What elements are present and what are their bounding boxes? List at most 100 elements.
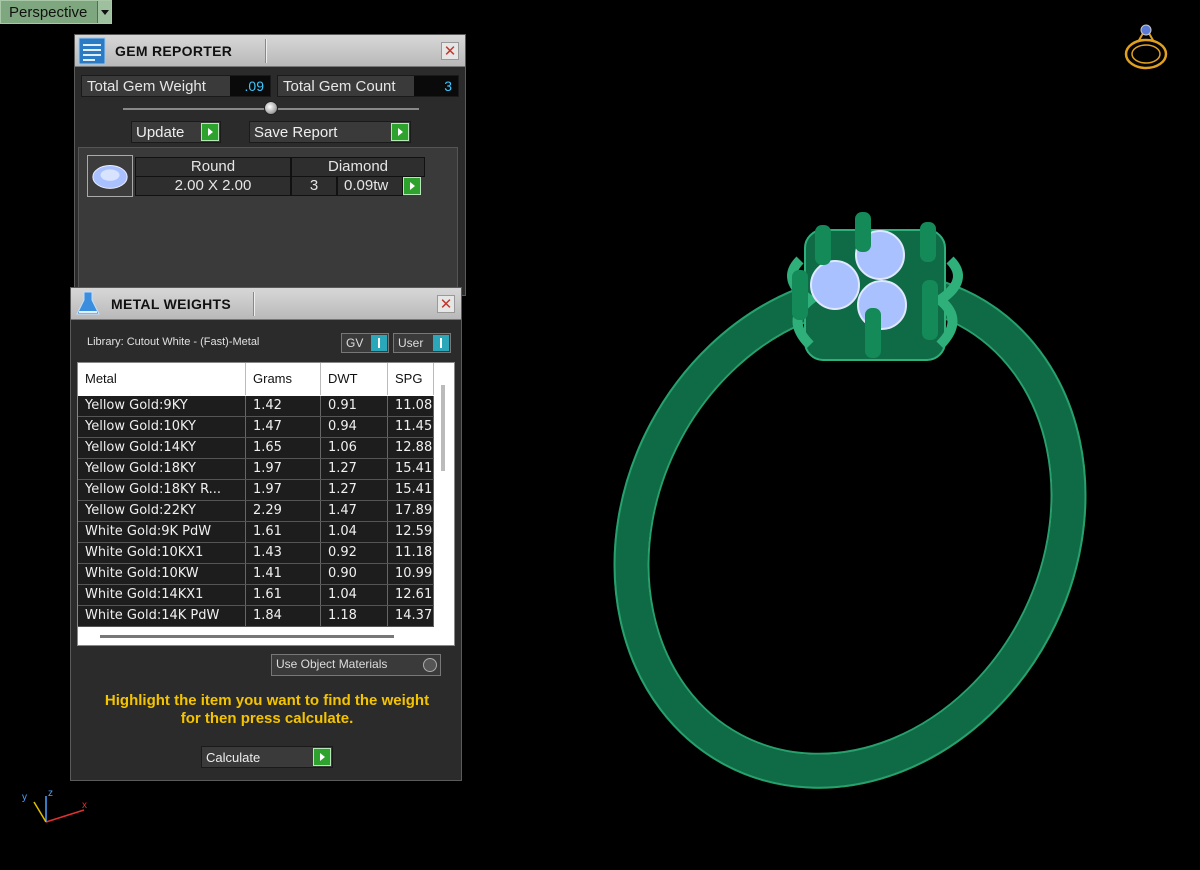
gem-size-cell: 2.00 X 2.00 bbox=[135, 176, 291, 196]
total-gem-count-field: Total Gem Count 3 bbox=[277, 75, 459, 97]
update-go-icon[interactable] bbox=[201, 123, 219, 141]
gv-toggle[interactable]: GV bbox=[341, 333, 389, 353]
ring-model[interactable] bbox=[560, 200, 1130, 790]
save-report-button[interactable]: Save Report bbox=[249, 121, 411, 143]
dwt-cell: 0.91 bbox=[321, 396, 388, 416]
dwt-cell: 1.27 bbox=[321, 480, 388, 500]
metal-table-vertical-scrollbar[interactable] bbox=[441, 385, 445, 471]
spg-cell: 14.37 bbox=[388, 606, 434, 626]
spg-cell: 12.61 bbox=[388, 585, 434, 605]
user-toggle[interactable]: User bbox=[393, 333, 451, 353]
metal-table-row[interactable]: White Gold:14K PdW 1.84 1.18 14.37 bbox=[78, 606, 434, 627]
axis-label-z: z bbox=[48, 788, 53, 799]
gem-reporter-title: GEM REPORTER bbox=[115, 42, 233, 59]
gem-reporter-close-button[interactable]: ✕ bbox=[441, 42, 459, 60]
grams-cell: 1.43 bbox=[246, 543, 321, 563]
viewport-label-text: Perspective bbox=[9, 3, 88, 21]
metal-name-cell: Yellow Gold:9KY bbox=[78, 396, 246, 416]
grams-cell: 1.47 bbox=[246, 417, 321, 437]
use-object-materials-label: Use Object Materials bbox=[276, 657, 388, 671]
dwt-cell: 0.94 bbox=[321, 417, 388, 437]
metal-weights-titlebar[interactable]: METAL WEIGHTS ✕ bbox=[71, 288, 461, 320]
use-object-materials-toggle[interactable]: Use Object Materials bbox=[271, 654, 441, 676]
grams-cell: 1.84 bbox=[246, 606, 321, 626]
ring-nav-icon[interactable] bbox=[1118, 20, 1174, 76]
grams-cell: 1.65 bbox=[246, 438, 321, 458]
flask-icon bbox=[76, 291, 100, 314]
gv-toggle-switch-icon[interactable] bbox=[371, 335, 387, 351]
dwt-cell: 1.06 bbox=[321, 438, 388, 458]
metal-table-header: Metal Grams DWT SPG bbox=[78, 363, 434, 395]
dwt-cell: 1.27 bbox=[321, 459, 388, 479]
calculate-go-icon[interactable] bbox=[313, 748, 331, 766]
spg-cell: 15.41 bbox=[388, 480, 434, 500]
total-gem-count-value: 3 bbox=[414, 76, 458, 96]
metal-library-label: Library: Cutout White - (Fast)-Metal bbox=[87, 336, 260, 348]
metal-table-row[interactable]: Yellow Gold:9KY 1.42 0.91 11.08 bbox=[78, 396, 434, 417]
metal-table-row[interactable]: White Gold:10KX1 1.43 0.92 11.18 bbox=[78, 543, 434, 564]
dwt-cell: 1.04 bbox=[321, 522, 388, 542]
metal-name-cell: White Gold:14KX1 bbox=[78, 585, 246, 605]
metal-table-row[interactable]: Yellow Gold:18KY 1.97 1.27 15.41 bbox=[78, 459, 434, 480]
gem-weight-cell: 0.09tw bbox=[337, 176, 403, 196]
column-header-metal[interactable]: Metal bbox=[78, 363, 246, 395]
update-button-label: Update bbox=[136, 123, 185, 141]
gem-list-item[interactable]: Round Diamond 2.00 X 2.00 3 0.09tw bbox=[87, 155, 425, 199]
metal-table-row[interactable]: White Gold:14KX1 1.61 1.04 12.61 bbox=[78, 585, 434, 606]
save-report-button-label: Save Report bbox=[254, 123, 338, 141]
spg-cell: 17.89 bbox=[388, 501, 434, 521]
metal-name-cell: Yellow Gold:18KY bbox=[78, 459, 246, 479]
metal-name-cell: Yellow Gold:22KY bbox=[78, 501, 246, 521]
instruction-text: Highlight the item you want to find the … bbox=[71, 692, 463, 728]
grams-cell: 1.61 bbox=[246, 585, 321, 605]
calculate-button-label: Calculate bbox=[206, 749, 261, 765]
metal-weights-panel: METAL WEIGHTS ✕ Library: Cutout White - … bbox=[70, 287, 462, 781]
user-toggle-label: User bbox=[398, 336, 424, 350]
metal-table-row[interactable]: White Gold:9K PdW 1.61 1.04 12.59 bbox=[78, 522, 434, 543]
titlebar-separator bbox=[253, 292, 255, 316]
gem-reporter-icon bbox=[78, 37, 106, 64]
gem-reporter-titlebar[interactable]: GEM REPORTER ✕ bbox=[75, 35, 465, 67]
spg-cell: 11.45 bbox=[388, 417, 434, 437]
metal-name-cell: Yellow Gold:10KY bbox=[78, 417, 246, 437]
axis-label-x: x bbox=[82, 800, 87, 811]
gem-reporter-panel: GEM REPORTER ✕ Total Gem Weight .09 Tota… bbox=[74, 34, 466, 296]
grams-cell: 1.41 bbox=[246, 564, 321, 584]
spg-cell: 15.41 bbox=[388, 459, 434, 479]
metal-weights-close-button[interactable]: ✕ bbox=[437, 295, 455, 313]
total-gem-weight-value: .09 bbox=[230, 76, 270, 96]
metal-table-horizontal-scrollbar[interactable] bbox=[100, 635, 394, 638]
update-button[interactable]: Update bbox=[131, 121, 221, 143]
spg-cell: 12.88 bbox=[388, 438, 434, 458]
instruction-line-2: for then press calculate. bbox=[180, 710, 354, 727]
viewport-dropdown-icon[interactable] bbox=[97, 1, 111, 23]
metal-weights-title: METAL WEIGHTS bbox=[111, 295, 232, 312]
metal-table-row[interactable]: Yellow Gold:18KY R... 1.97 1.27 15.41 bbox=[78, 480, 434, 501]
gem-reporter-slider-knob[interactable] bbox=[264, 101, 278, 115]
grams-cell: 1.61 bbox=[246, 522, 321, 542]
column-header-spg[interactable]: SPG bbox=[388, 363, 434, 395]
metal-name-cell: White Gold:10KW bbox=[78, 564, 246, 584]
metal-weights-table: Metal Grams DWT SPG Yellow Gold:9KY 1.42 0… bbox=[77, 362, 455, 646]
metal-table-row[interactable]: White Gold:10KW 1.41 0.90 10.99 bbox=[78, 564, 434, 585]
gem-item-go-icon[interactable] bbox=[403, 177, 421, 195]
dwt-cell: 0.92 bbox=[321, 543, 388, 563]
round-diamond-thumbnail-icon bbox=[87, 155, 133, 197]
metal-name-cell: White Gold:14K PdW bbox=[78, 606, 246, 626]
save-report-go-icon[interactable] bbox=[391, 123, 409, 141]
dwt-cell: 1.18 bbox=[321, 606, 388, 626]
user-toggle-switch-icon[interactable] bbox=[433, 335, 449, 351]
calculate-button[interactable]: Calculate bbox=[201, 746, 333, 768]
metal-name-cell: White Gold:10KX1 bbox=[78, 543, 246, 563]
dwt-cell: 1.04 bbox=[321, 585, 388, 605]
axis-label-y: y bbox=[22, 792, 27, 803]
use-object-materials-radio-icon[interactable] bbox=[423, 658, 437, 672]
column-header-dwt[interactable]: DWT bbox=[321, 363, 388, 395]
metal-table-row[interactable]: Yellow Gold:22KY 2.29 1.47 17.89 bbox=[78, 501, 434, 522]
metal-table-row[interactable]: Yellow Gold:10KY 1.47 0.94 11.45 bbox=[78, 417, 434, 438]
gv-toggle-label: GV bbox=[346, 336, 364, 350]
viewport-label[interactable]: Perspective bbox=[0, 0, 112, 24]
metal-table-row[interactable]: Yellow Gold:14KY 1.65 1.06 12.88 bbox=[78, 438, 434, 459]
metal-name-cell: Yellow Gold:14KY bbox=[78, 438, 246, 458]
column-header-grams[interactable]: Grams bbox=[246, 363, 321, 395]
